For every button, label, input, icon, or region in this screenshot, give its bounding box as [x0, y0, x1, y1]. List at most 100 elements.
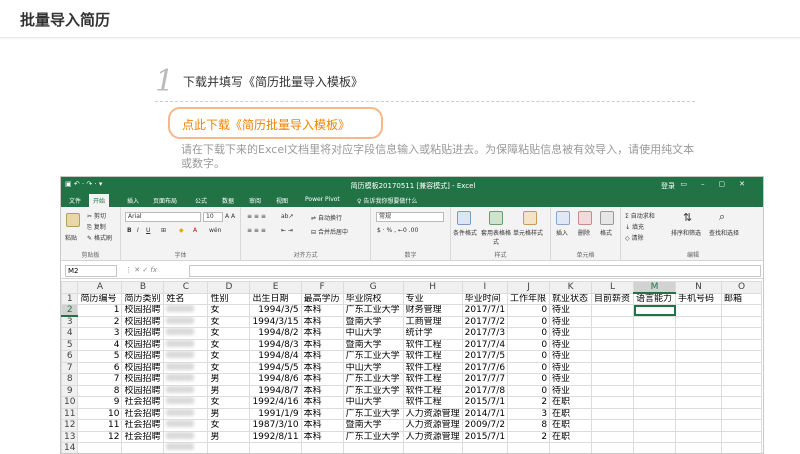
cell[interactable]: 待业	[549, 350, 593, 363]
tab-home[interactable]: 开始	[89, 194, 110, 207]
cell[interactable]	[591, 384, 635, 397]
cell-style-icon[interactable]	[523, 211, 537, 225]
column-header-j[interactable]: J	[507, 281, 551, 294]
delete-cells-label[interactable]: 删除	[578, 228, 590, 237]
format-table-label[interactable]: 套用表格格式	[481, 228, 511, 246]
row-header[interactable]: 7	[61, 361, 79, 374]
field-header-cell[interactable]: 毕业院校	[342, 292, 404, 305]
cell[interactable]: 在职	[549, 407, 593, 420]
cell[interactable]	[675, 361, 723, 374]
tab-file[interactable]: 文件	[69, 196, 81, 205]
wrap-text-button[interactable]: ⇌ 自动换行	[311, 213, 342, 222]
cell[interactable]: 待业	[549, 327, 593, 340]
font-name-select[interactable]: Arial	[125, 212, 201, 222]
cell[interactable]: 8	[507, 419, 551, 432]
copy-button[interactable]: ⎘ 复制	[87, 222, 106, 232]
cell[interactable]	[591, 304, 635, 317]
cell[interactable]	[249, 442, 302, 453]
cell[interactable]	[633, 361, 677, 374]
cell[interactable]: 女	[207, 327, 251, 340]
cell[interactable]	[675, 373, 723, 386]
cell[interactable]: 本科	[300, 419, 344, 432]
cell[interactable]: 0	[507, 338, 551, 351]
cell[interactable]: 校园招聘	[121, 350, 165, 363]
cell[interactable]	[507, 442, 551, 453]
cell[interactable]	[163, 430, 209, 443]
cell[interactable]: 3	[77, 327, 123, 340]
cell[interactable]: 1994/8/2	[249, 327, 302, 340]
field-header-cell[interactable]: 性别	[207, 292, 251, 305]
paste-icon[interactable]	[66, 213, 80, 227]
cell[interactable]	[675, 384, 723, 397]
fill-color-icon[interactable]: ◆	[179, 227, 184, 234]
cell[interactable]: 本科	[300, 373, 344, 386]
cell[interactable]: 2	[507, 396, 551, 409]
cell[interactable]: 1994/3/15	[249, 315, 302, 328]
cell[interactable]: 待业	[549, 373, 593, 386]
cell[interactable]	[591, 373, 635, 386]
cell[interactable]: 8	[77, 384, 123, 397]
phonetic-icon[interactable]: wén	[209, 227, 221, 234]
cell[interactable]: 社会招聘	[121, 396, 165, 409]
cell[interactable]: 1994/8/7	[249, 384, 302, 397]
cell[interactable]: 2017/7/3	[461, 327, 509, 340]
cell[interactable]: 校园招聘	[121, 361, 165, 374]
cell[interactable]: 女	[207, 396, 251, 409]
column-header-m[interactable]: M	[633, 281, 677, 294]
cell[interactable]: 9	[77, 396, 123, 409]
cell[interactable]: 工商管理	[402, 315, 463, 328]
clear-button[interactable]: ◇ 清除	[625, 233, 644, 242]
name-box[interactable]: M2	[65, 265, 117, 277]
cell[interactable]	[721, 419, 763, 432]
cell[interactable]: 女	[207, 304, 251, 317]
cell[interactable]	[721, 350, 763, 363]
cell[interactable]	[675, 338, 723, 351]
cell[interactable]: 校园招聘	[121, 315, 165, 328]
cell[interactable]: 女	[207, 338, 251, 351]
cut-button[interactable]: ✂ 剪切	[87, 211, 106, 220]
cell[interactable]	[633, 442, 677, 453]
cell[interactable]: 2017/7/1	[461, 304, 509, 317]
cell[interactable]	[633, 350, 677, 363]
orientation-icon[interactable]: ab↗	[281, 213, 294, 220]
cell[interactable]: 待业	[549, 304, 593, 317]
cell[interactable]: 人力资源管理	[402, 407, 463, 420]
login-button[interactable]: 登录	[661, 181, 675, 191]
cell[interactable]	[591, 407, 635, 420]
cell[interactable]: 2017/7/6	[461, 361, 509, 374]
cell[interactable]: 2015/7/1	[461, 430, 509, 443]
cell[interactable]	[591, 396, 635, 409]
cell[interactable]: 软件工程	[402, 384, 463, 397]
column-header-k[interactable]: K	[549, 281, 593, 294]
cell[interactable]: 本科	[300, 304, 344, 317]
row-header[interactable]: 4	[61, 327, 79, 340]
cell[interactable]: 1	[77, 304, 123, 317]
merge-center-button[interactable]: ⊟ 合并后居中	[311, 227, 348, 236]
field-header-cell[interactable]: 简历类别	[121, 292, 165, 305]
font-size-select[interactable]: 10	[203, 212, 223, 222]
align-top-icon[interactable]: ≡ ≡ ≡	[247, 213, 266, 220]
row-header[interactable]: 8	[61, 373, 79, 386]
download-template-link[interactable]: 点此下载《简历批量导入模板》	[182, 116, 350, 133]
border-icon[interactable]: ⊞	[161, 227, 166, 234]
cell[interactable]	[721, 430, 763, 443]
cell[interactable]: 1994/3/5	[249, 304, 302, 317]
cell[interactable]	[675, 327, 723, 340]
field-header-cell[interactable]: 邮箱	[721, 292, 763, 305]
row-header[interactable]: 3	[61, 315, 79, 328]
spreadsheet-grid[interactable]: ABCDEFGHIJKLMNO 1 简历编号 简历类别 姓名 性别 出生日期 最高学历 毕业院…	[61, 281, 763, 453]
cell[interactable]: 0	[507, 373, 551, 386]
column-header-h[interactable]: H	[402, 281, 463, 294]
column-header-e[interactable]: E	[249, 281, 302, 294]
cell[interactable]	[77, 442, 123, 453]
select-all-corner[interactable]	[61, 281, 79, 294]
column-header-d[interactable]: D	[207, 281, 251, 294]
cell[interactable]: 2017/7/8	[461, 384, 509, 397]
tab-power-pivot[interactable]: Power Pivot	[305, 196, 340, 203]
cell[interactable]: 校园招聘	[121, 338, 165, 351]
cell[interactable]: 统计学	[402, 327, 463, 340]
sort-filter-icon[interactable]: ⇅	[683, 211, 692, 224]
cell[interactable]: 10	[77, 407, 123, 420]
cell[interactable]	[591, 442, 635, 453]
cell[interactable]: 暨南大学	[342, 315, 404, 328]
